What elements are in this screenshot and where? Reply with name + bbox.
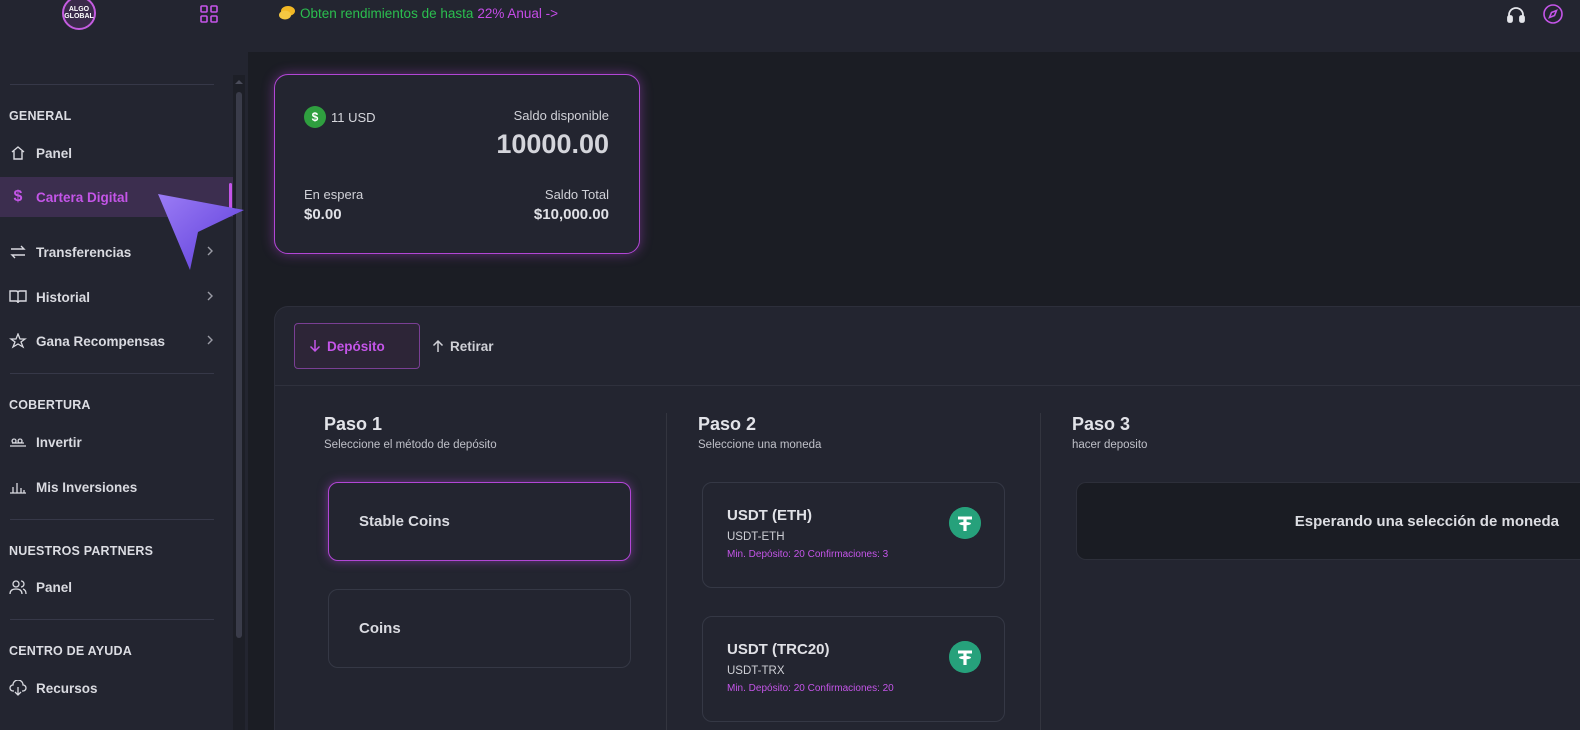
section-nuestros-partners: NUESTROS PARTNERS [9, 544, 154, 558]
column-divider [666, 413, 667, 730]
scroll-thumb[interactable] [236, 92, 242, 638]
divider [10, 373, 214, 374]
coin-meta: Min. Depósito: 20 Confirmaciones: 3 [727, 549, 889, 560]
coin-meta: Min. Depósito: 20 Confirmaciones: 20 [727, 683, 894, 694]
sidebar: ALGO GLOBAL GENERAL Panel $ Cartera Digi… [0, 0, 248, 730]
logo[interactable]: ALGO GLOBAL [60, 0, 98, 34]
coins-icon [279, 6, 295, 20]
waiting-selection-box: Esperando una selección de moneda [1076, 482, 1580, 560]
tab-label: Depósito [327, 338, 385, 354]
step-subtitle: hacer deposito [1072, 439, 1148, 451]
chevron-right-icon [207, 335, 213, 345]
sidebar-item-label: Cartera Digital [36, 189, 129, 205]
currency-label: 11 USD [331, 109, 376, 125]
chart-icon [9, 478, 27, 496]
sidebar-item-transferencias[interactable]: Transferencias [0, 232, 234, 272]
dollar-coin-icon: $ [304, 106, 326, 128]
promo-highlight[interactable]: 22% Anual -> [477, 6, 558, 21]
column-divider [1040, 413, 1041, 730]
balance-card: $ 11 USD Saldo disponible 10000.00 En es… [274, 74, 640, 254]
step-3-header: Paso 3 hacer deposito [1072, 414, 1147, 451]
coin-card-usdt-trc20[interactable]: USDT (TRC20) USDT-TRX Min. Depósito: 20 … [702, 616, 1005, 722]
book-icon [9, 288, 27, 306]
tabs-row: Depósito Retirar [275, 307, 1580, 386]
coin-name: USDT (TRC20) [727, 641, 830, 658]
arrow-down-icon [309, 340, 321, 353]
method-coins[interactable]: Coins [328, 589, 631, 668]
coin-card-usdt-eth[interactable]: USDT (ETH) USDT-ETH Min. Depósito: 20 Co… [702, 482, 1005, 588]
pending-label: En espera [304, 187, 364, 202]
transfer-icon [9, 243, 27, 261]
sidebar-item-label: Mis Inversiones [36, 479, 138, 495]
logo-badge: ALGO GLOBAL [62, 0, 96, 30]
grid-menu-icon[interactable] [200, 5, 218, 23]
sidebar-item-label: Panel [36, 579, 73, 595]
available-balance-label: Saldo disponible [513, 108, 609, 123]
compass-icon[interactable] [1542, 3, 1564, 25]
coin-network: USDT-ETH [727, 531, 785, 543]
step-2-header: Paso 2 Seleccione una moneda [698, 414, 821, 451]
tab-deposito[interactable]: Depósito [294, 323, 420, 369]
sidebar-item-invertir[interactable]: Invertir [0, 422, 234, 462]
cloud-download-icon [9, 679, 27, 697]
arrow-up-icon [432, 339, 444, 352]
sidebar-item-label: Invertir [36, 434, 82, 450]
sidebar-item-label: Historial [36, 289, 91, 305]
step-1-header: Paso 1 Seleccione el método de depósito [324, 414, 497, 451]
step-subtitle: Seleccione una moneda [698, 439, 822, 451]
coin-name: USDT (ETH) [727, 507, 812, 524]
step-title: Paso 1 [324, 414, 383, 434]
sidebar-scrollbar[interactable] [233, 75, 245, 730]
sidebar-item-label: Gana Recompensas [36, 333, 166, 349]
method-stable-coins[interactable]: Stable Coins [328, 482, 631, 561]
star-icon [9, 332, 27, 350]
section-centro-de-ayuda: CENTRO DE AYUDA [9, 644, 132, 658]
invest-icon [9, 433, 27, 451]
chevron-right-icon [207, 291, 213, 301]
sidebar-item-gana-recompensas[interactable]: Gana Recompensas [0, 321, 234, 361]
chevron-right-icon [207, 246, 213, 256]
pending-amount: $0.00 [304, 206, 342, 223]
users-icon [9, 578, 27, 596]
available-balance-amount: 10000.00 [496, 129, 609, 159]
sidebar-item-label: Panel [36, 145, 73, 161]
tether-icon [949, 641, 981, 673]
headset-icon[interactable] [1506, 5, 1526, 25]
sidebar-item-cartera-digital[interactable]: $ Cartera Digital [0, 177, 234, 217]
tab-label: Retirar [450, 338, 494, 354]
sidebar-item-label: Transferencias [36, 244, 132, 260]
home-icon [9, 144, 27, 162]
sidebar-item-mis-inversiones[interactable]: Mis Inversiones [0, 467, 234, 507]
total-balance-amount: $10,000.00 [533, 206, 609, 223]
step-title: Paso 2 [698, 414, 757, 434]
promo-text: Obten rendimientos de hasta [300, 5, 474, 21]
total-balance-label: Saldo Total [544, 187, 609, 202]
tether-icon [949, 507, 981, 539]
sidebar-item-label: Recursos [36, 680, 98, 696]
promo-banner[interactable]: Obten rendimientos de hasta 22% Anual -> [278, 5, 558, 21]
deposit-panel: Depósito Retirar Paso 1 Seleccione el mé… [274, 306, 1580, 730]
sidebar-item-recursos[interactable]: Recursos [0, 668, 234, 708]
step-subtitle: Seleccione el método de depósito [324, 439, 497, 451]
sidebar-item-partners-panel[interactable]: Panel [0, 567, 234, 607]
section-general: GENERAL [9, 109, 72, 123]
coin-network: USDT-TRX [727, 665, 785, 677]
divider [10, 519, 214, 520]
divider [10, 619, 214, 620]
top-bar: Obten rendimientos de hasta 22% Anual -> [248, 0, 1580, 52]
divider [10, 84, 214, 85]
dollar-icon: $ [13, 188, 23, 205]
section-cobertura: COBERTURA [9, 398, 91, 412]
sidebar-item-historial[interactable]: Historial [0, 277, 234, 317]
tab-retirar[interactable]: Retirar [432, 323, 494, 369]
scroll-up-icon[interactable] [234, 77, 244, 87]
step-title: Paso 3 [1072, 414, 1131, 434]
sidebar-item-panel[interactable]: Panel [0, 133, 234, 173]
currency-badge: $ 11 USD [304, 106, 376, 128]
